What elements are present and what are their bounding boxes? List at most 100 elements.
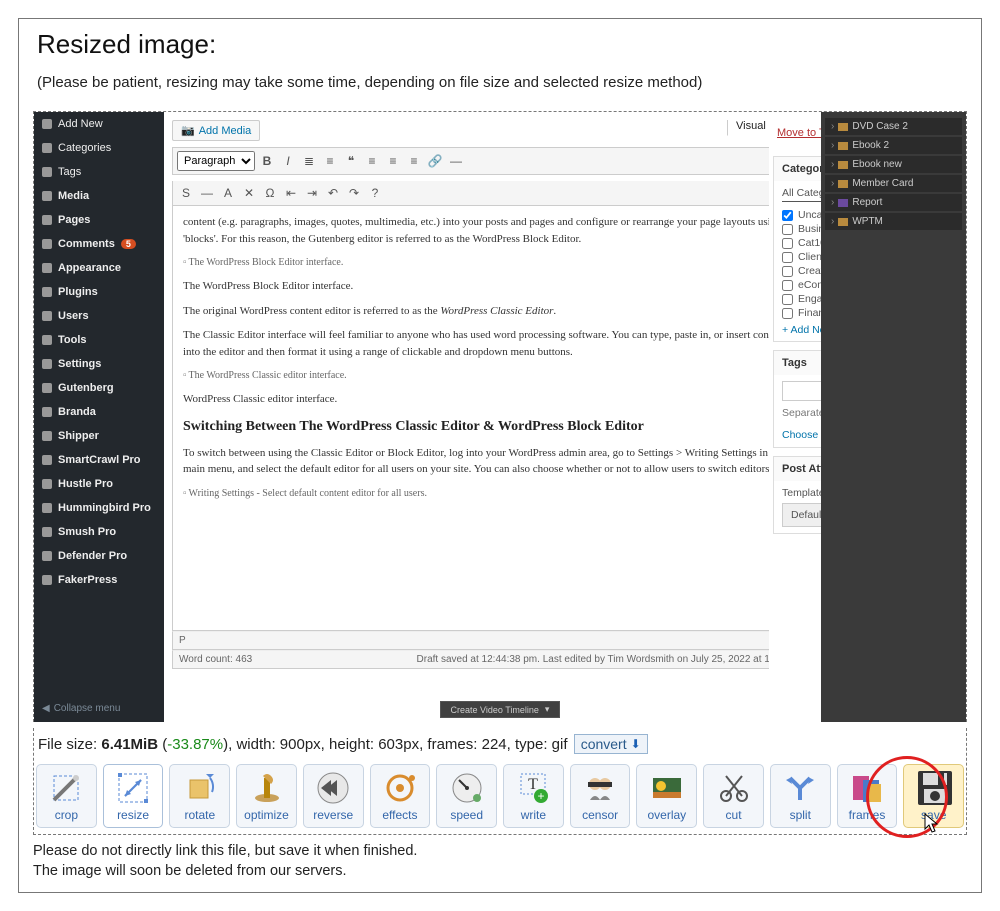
category-checkbox[interactable] (782, 210, 793, 221)
cut-button[interactable]: cut (703, 764, 764, 828)
censor-button[interactable]: censor (570, 764, 631, 828)
sidebar-label: Smush Pro (58, 526, 116, 538)
menu-icon (42, 215, 52, 225)
content-h3: Switching Between The WordPress Classic … (183, 416, 802, 437)
outdent-button[interactable]: ⇤ (282, 184, 300, 202)
align-center-button[interactable]: ≡ (384, 152, 402, 170)
layer-item[interactable]: ›Member Card (825, 175, 962, 192)
help-button[interactable]: ? (366, 184, 384, 202)
effects-button[interactable]: effects (370, 764, 431, 828)
sidebar-item-hustle-pro[interactable]: Hustle Pro (34, 472, 164, 496)
more-button[interactable]: — (447, 152, 465, 170)
category-checkbox[interactable] (782, 266, 793, 277)
timeline-label: Create Video Timeline (451, 705, 539, 715)
frames-button[interactable]: frames (837, 764, 898, 828)
sidebar-label: Tags (58, 166, 81, 178)
layer-label: Report (852, 197, 882, 208)
category-checkbox[interactable] (782, 224, 793, 235)
tool-label: split (790, 808, 811, 822)
convert-button[interactable]: convert ⬇ (574, 734, 648, 754)
sidebar-item-appearance[interactable]: Appearance (34, 256, 164, 280)
menu-icon (42, 503, 52, 513)
sidebar-item-categories[interactable]: Categories (34, 136, 164, 160)
category-checkbox[interactable] (782, 280, 793, 291)
layer-item[interactable]: ›Report (825, 194, 962, 211)
quote-button[interactable]: ❝ (342, 152, 360, 170)
content-cap2: WordPress Classic editor interface. (183, 391, 802, 408)
sidebar-label: Categories (58, 142, 111, 154)
category-checkbox[interactable] (782, 252, 793, 263)
link-button[interactable]: 🔗 (426, 152, 444, 170)
sidebar-item-smartcrawl-pro[interactable]: SmartCrawl Pro (34, 448, 164, 472)
sidebar-item-users[interactable]: Users (34, 304, 164, 328)
sidebar-item-fakerpress[interactable]: FakerPress (34, 568, 164, 592)
editor-footer: Word count: 463 Draft saved at 12:44:38 … (172, 650, 813, 669)
layer-item[interactable]: ›WPTM (825, 213, 962, 230)
sidebar-item-defender-pro[interactable]: Defender Pro (34, 544, 164, 568)
indent-button[interactable]: ⇥ (303, 184, 321, 202)
optimize-button[interactable]: optimize (236, 764, 297, 828)
write-button[interactable]: T+write (503, 764, 564, 828)
speed-button[interactable]: speed (436, 764, 497, 828)
tab-visual[interactable]: Visual (727, 120, 775, 136)
sidebar-item-plugins[interactable]: Plugins (34, 280, 164, 304)
sidebar-item-settings[interactable]: Settings (34, 352, 164, 376)
align-right-button[interactable]: ≡ (405, 152, 423, 170)
sidebar-item-add-new[interactable]: Add New (34, 112, 164, 136)
italic-button[interactable]: I (279, 152, 297, 170)
tool-label: cut (726, 808, 742, 822)
tool-label: resize (117, 808, 149, 822)
sidebar-item-smush-pro[interactable]: Smush Pro (34, 520, 164, 544)
sidebar-item-pages[interactable]: Pages (34, 208, 164, 232)
menu-icon (42, 191, 52, 201)
camera-icon: 📷 (181, 124, 195, 137)
reverse-button[interactable]: reverse (303, 764, 364, 828)
menu-icon (42, 575, 52, 585)
add-media-button[interactable]: 📷 Add Media (172, 120, 260, 141)
folder-icon (838, 142, 848, 150)
file-info: File size: 6.41MiB (-33.87%), width: 900… (34, 728, 966, 762)
bullet-list-button[interactable]: ≣ (300, 152, 318, 170)
sidebar-item-branda[interactable]: Branda (34, 400, 164, 424)
bold-button[interactable]: B (258, 152, 276, 170)
split-button[interactable]: split (770, 764, 831, 828)
sidebar-item-hummingbird-pro[interactable]: Hummingbird Pro (34, 496, 164, 520)
crop-button[interactable]: crop (36, 764, 97, 828)
char-button[interactable]: Ω (261, 184, 279, 202)
category-checkbox[interactable] (782, 308, 793, 319)
rotate-button[interactable]: rotate (169, 764, 230, 828)
textcolor-button[interactable]: A (219, 184, 237, 202)
overlay-icon (649, 770, 685, 806)
clear-button[interactable]: ✕ (240, 184, 258, 202)
sidebar-item-gutenberg[interactable]: Gutenberg (34, 376, 164, 400)
sidebar-item-media[interactable]: Media (34, 184, 164, 208)
undo-button[interactable]: ↶ (324, 184, 342, 202)
layer-item[interactable]: ›Ebook 2 (825, 137, 962, 154)
resize-icon (115, 770, 151, 806)
layer-item[interactable]: ›DVD Case 2 (825, 118, 962, 135)
gif-preview: Add New Categories Tags MediaPagesComments5… (34, 112, 966, 722)
sidebar-item-comments[interactable]: Comments5 (34, 232, 164, 256)
tool-label: crop (55, 808, 78, 822)
sidebar-label: SmartCrawl Pro (58, 454, 141, 466)
redo-button[interactable]: ↷ (345, 184, 363, 202)
align-left-button[interactable]: ≡ (363, 152, 381, 170)
menu-icon (42, 479, 52, 489)
layer-label: Member Card (852, 178, 913, 189)
create-timeline-button[interactable]: Create Video Timeline ▾ (440, 701, 561, 718)
sidebar-item-shipper[interactable]: Shipper (34, 424, 164, 448)
format-select[interactable]: Paragraph (177, 151, 255, 171)
hr-button[interactable]: — (198, 184, 216, 202)
sidebar-item-tools[interactable]: Tools (34, 328, 164, 352)
overlay-button[interactable]: overlay (636, 764, 697, 828)
number-list-button[interactable]: ≡ (321, 152, 339, 170)
sidebar-item-tags[interactable]: Tags (34, 160, 164, 184)
save-button[interactable]: save (903, 764, 964, 828)
editor-content[interactable]: content (e.g. paragraphs, images, quotes… (172, 206, 813, 631)
layer-item[interactable]: ›Ebook new (825, 156, 962, 173)
count-badge: 5 (121, 239, 136, 249)
resize-button[interactable]: resize (103, 764, 164, 828)
category-checkbox[interactable] (782, 294, 793, 305)
strike-button[interactable]: S (177, 184, 195, 202)
category-checkbox[interactable] (782, 238, 793, 249)
